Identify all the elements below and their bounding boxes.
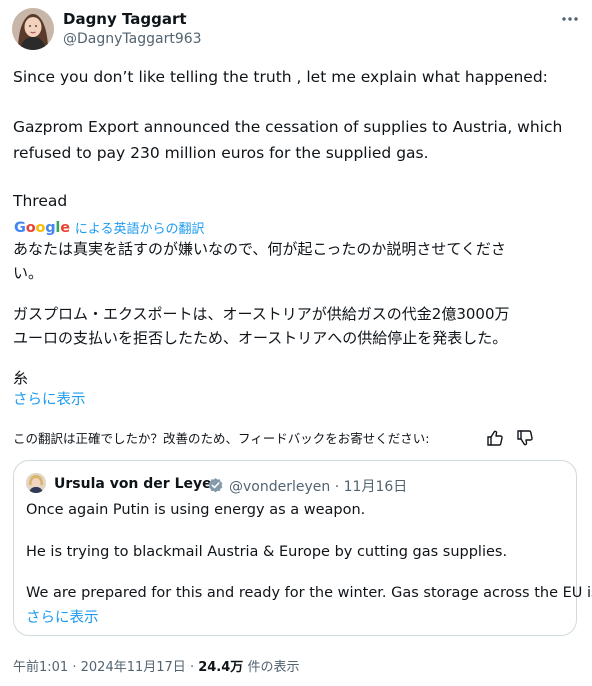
author-handle[interactable]: @DagnyTaggart963 [63, 31, 202, 47]
quoted-text-line: Once again Putin is using energy as a we… [26, 502, 366, 518]
quoted-date: 11月16日 [343, 479, 408, 495]
quoted-author-name: Ursula von der Leyen [54, 476, 222, 492]
thumbs-down-button[interactable] [516, 429, 534, 447]
tweet-footer: 午前1:01 · 2024年11月17日 · 24.4万 件の表示 [13, 656, 299, 675]
tweet-text-line: Gazprom Export announced the cessation o… [13, 118, 563, 136]
tweet-text-line: Thread [13, 192, 68, 210]
translated-text-line: 糸 [13, 369, 29, 387]
translation-label[interactable]: Google による英語からの翻訳 [14, 218, 205, 238]
quoted-author-avatar [26, 473, 46, 493]
show-more-link[interactable]: さらに表示 [13, 388, 86, 409]
quoted-text-line: We are prepared for this and ready for t… [26, 585, 592, 601]
quoted-avatar-image [26, 473, 46, 493]
tweet-text-line: Since you don’t like telling the truth ,… [13, 68, 548, 86]
quoted-tweet-card[interactable]: Ursula von der Leyen @vonderleyen · 11月1… [13, 460, 592, 636]
more-options-button[interactable] [556, 8, 584, 30]
translated-text-line: ガスプロム・エクスポートは、オーストリアが供給ガスの代金2億3000万 [13, 305, 510, 323]
google-logo-icon: Google [14, 219, 70, 236]
thumbs-down-icon [517, 430, 533, 446]
verified-badge-icon [207, 477, 224, 494]
translation-source-label: による英語からの翻訳 [74, 222, 205, 237]
translated-text-line: い。 [13, 264, 44, 282]
separator-dot: · [189, 660, 195, 675]
thumbs-up-button[interactable] [486, 429, 504, 447]
avatar[interactable] [12, 8, 54, 50]
separator-dot: · [334, 479, 340, 495]
separator-dot: · [72, 660, 77, 675]
author-name[interactable]: Dagny Taggart [63, 10, 187, 28]
translated-text-line: ユーロの支払いを拒否したため、オーストリアへの供給停止を発表した。 [13, 329, 508, 347]
tweet-date[interactable]: 2024年11月17日 [81, 660, 186, 675]
translated-text-line: あなたは真実を話すのが嫌いなので、何が起こったのか説明させてくださ [13, 240, 506, 258]
thumbs-up-icon [487, 430, 503, 446]
quoted-text-line: He is trying to blackmail Austria & Euro… [26, 544, 508, 560]
more-horizontal-icon [562, 17, 578, 21]
view-count-label: 件の表示 [247, 660, 300, 675]
avatar-image [12, 8, 54, 50]
tweet-text-line: refused to pay 230 million euros for the… [13, 144, 429, 162]
quoted-meta: @vonderleyen · 11月16日 [229, 476, 407, 496]
quoted-author-handle: @vonderleyen [229, 479, 331, 495]
translation-feedback-prompt: この翻訳は正確でしたか？改善のため、フィードバックをお寄せください: [13, 431, 430, 446]
quoted-show-more-link[interactable]: さらに表示 [26, 606, 99, 627]
tweet-time[interactable]: 午前1:01 [13, 660, 68, 675]
view-count: 24.4万 [198, 660, 244, 675]
